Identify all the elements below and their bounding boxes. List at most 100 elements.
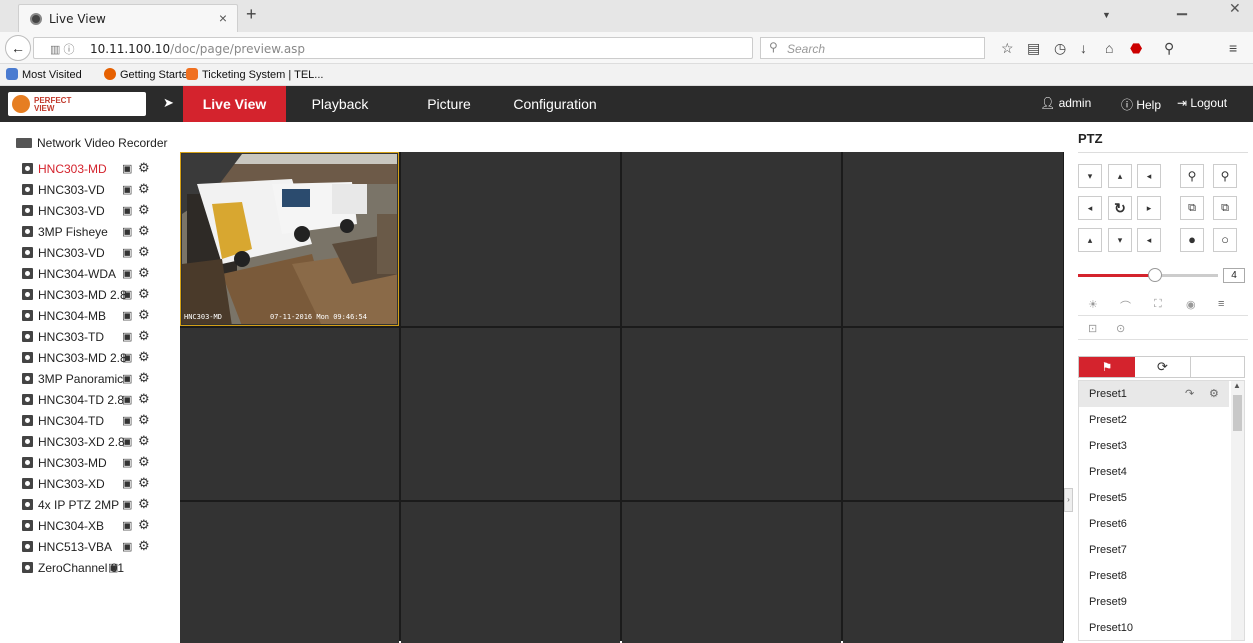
camera-item[interactable]: HNC303-MD 2.8 ▣ ⚙	[22, 349, 172, 369]
speed-slider-handle[interactable]	[1148, 268, 1162, 282]
ptz-up-right-button[interactable]: ◂	[1137, 164, 1161, 188]
camera-item[interactable]: HNC303-TD ▣ ⚙	[22, 328, 172, 348]
preset-item[interactable]: Preset1 ↷ ⚙	[1079, 381, 1229, 407]
video-window-6[interactable]	[401, 328, 620, 500]
video-window-12[interactable]	[843, 502, 1063, 643]
ptz-camera-icon[interactable]: ⚙	[138, 244, 150, 260]
scroll-up-icon[interactable]: ▲	[1233, 381, 1241, 390]
record-icon[interactable]: ▣	[108, 561, 118, 574]
extension-icon[interactable]: ⚲	[1164, 40, 1174, 57]
ptz-down-button[interactable]: ▾	[1108, 228, 1132, 252]
zoom-in-button[interactable]: ⚲	[1213, 164, 1237, 188]
record-icon[interactable]: ▣	[122, 330, 132, 343]
camera-item[interactable]: HNC304-MB ▣ ⚙	[22, 307, 172, 327]
wiper-icon[interactable]: ⌒	[1120, 298, 1131, 314]
auto-focus-icon[interactable]: ⛶	[1154, 298, 1162, 311]
help-link[interactable]: ⓘ Help	[1121, 96, 1161, 113]
ptz-camera-icon[interactable]: ⚙	[138, 454, 150, 470]
record-icon[interactable]: ▣	[122, 519, 132, 532]
ptz-camera-icon[interactable]: ⚙	[138, 412, 150, 428]
preset-scrollbar[interactable]: ▲	[1231, 381, 1244, 640]
home-icon[interactable]: ⌂	[1105, 40, 1113, 56]
ptz-right-button[interactable]: ▸	[1137, 196, 1161, 220]
ptz-camera-icon[interactable]: ⚙	[138, 349, 150, 365]
ptz-camera-icon[interactable]: ⚙	[138, 286, 150, 302]
video-window-4[interactable]	[843, 152, 1063, 326]
ptz-camera-icon[interactable]: ⚙	[138, 538, 150, 554]
record-icon[interactable]: ▣	[122, 246, 132, 259]
tab-presets-flag-icon[interactable]: ⚑	[1079, 357, 1135, 377]
record-icon[interactable]: ▣	[122, 393, 132, 406]
tab-list-dropdown-icon[interactable]: ▼	[1102, 10, 1111, 20]
video-window-9[interactable]	[180, 502, 399, 643]
record-icon[interactable]: ▣	[122, 372, 132, 385]
record-icon[interactable]: ▣	[122, 204, 132, 217]
record-icon[interactable]: ▣	[122, 351, 132, 364]
ptz-camera-icon[interactable]: ⚙	[138, 202, 150, 218]
call-preset-icon[interactable]: ↷	[1185, 381, 1194, 407]
ptz-camera-icon[interactable]: ⚙	[138, 160, 150, 176]
ptz-camera-icon[interactable]: ⚙	[138, 265, 150, 281]
camera-item[interactable]: HNC303-XD 2.8 ▣ ⚙	[22, 433, 172, 453]
bookmark-ticketing-system[interactable]: Ticketing System | TEL...	[186, 68, 323, 81]
camera-item[interactable]: 3MP Panoramic ▣ ⚙	[22, 370, 172, 390]
record-icon[interactable]: ▣	[122, 540, 132, 553]
record-icon[interactable]: ▣	[122, 477, 132, 490]
record-icon[interactable]: ▣	[122, 498, 132, 511]
ptz-camera-icon[interactable]: ⚙	[138, 475, 150, 491]
download-icon[interactable]: ↓	[1080, 40, 1087, 56]
record-icon[interactable]: ▣	[122, 309, 132, 322]
ptz-camera-icon[interactable]: ⚙	[138, 517, 150, 533]
record-icon[interactable]: ▣	[122, 288, 132, 301]
ptz-up-button[interactable]: ▴	[1108, 164, 1132, 188]
camera-item[interactable]: HNC303-XD ▣ ⚙	[22, 475, 172, 495]
site-info-icon[interactable]: ▥ ⓘ	[50, 41, 74, 57]
search-input[interactable]: ⚲ Search	[760, 37, 985, 59]
ptz-down-right-button[interactable]: ◂	[1137, 228, 1161, 252]
preset-item[interactable]: Preset9	[1079, 589, 1229, 615]
video-window-8[interactable]	[843, 328, 1063, 500]
logout-link[interactable]: ⇥ Logout	[1177, 96, 1227, 110]
collapse-panel-arrow-icon[interactable]: ›	[1064, 488, 1073, 512]
camera-item[interactable]: HNC303-VD ▣ ⚙	[22, 202, 172, 222]
bookmark-getting-started[interactable]: Getting Started	[104, 68, 194, 81]
camera-item[interactable]: HNC513-VBA ▣ ⚙	[22, 538, 172, 558]
tab-live-view[interactable]: Live View	[183, 86, 286, 122]
camera-item[interactable]: 4x IP PTZ 2MP ▣ ⚙	[22, 496, 172, 516]
ptz-camera-icon[interactable]: ⚙	[138, 433, 150, 449]
record-icon[interactable]: ▣	[122, 456, 132, 469]
camera-item[interactable]: HNC303-MD ▣ ⚙	[22, 454, 172, 474]
camera-item[interactable]: HNC304-TD ▣ ⚙	[22, 412, 172, 432]
preset-item[interactable]: Preset8	[1079, 563, 1229, 589]
browser-tab[interactable]: Live View ×	[18, 4, 238, 32]
camera-item[interactable]: HNC303-VD ▣ ⚙	[22, 244, 172, 264]
preset-item[interactable]: Preset6	[1079, 511, 1229, 537]
3d-zoom-icon[interactable]: ⊡	[1088, 322, 1097, 335]
video-window-5[interactable]	[180, 328, 399, 500]
video-window-11[interactable]	[622, 502, 841, 643]
camera-item[interactable]: 3MP Fisheye ▣ ⚙	[22, 223, 172, 243]
preset-item[interactable]: Preset5	[1079, 485, 1229, 511]
record-icon[interactable]: ▣	[122, 267, 132, 280]
iris-open-button[interactable]: ●	[1180, 228, 1204, 252]
camera-item[interactable]: HNC304-WDA ▣ ⚙	[22, 265, 172, 285]
reading-list-icon[interactable]: ▤	[1027, 40, 1040, 57]
address-bar[interactable]: ▥ ⓘ 10.11.100.10/doc/page/preview.asp ↻	[33, 37, 778, 61]
ptz-camera-icon[interactable]: ⚙	[138, 328, 150, 344]
window-close-icon[interactable]: ✕	[1229, 0, 1241, 17]
video-window-7[interactable]	[622, 328, 841, 500]
record-icon[interactable]: ▣	[122, 225, 132, 238]
focus-near-button[interactable]: ⧉	[1180, 196, 1204, 220]
menu-hamburger-icon[interactable]: ≡	[1229, 40, 1237, 56]
nvr-root[interactable]: Network Video Recorder	[16, 136, 168, 150]
camera-item[interactable]: HNC303-MD ▣ ⚙	[22, 160, 172, 180]
more-menu-icon[interactable]: ≡	[1218, 298, 1224, 310]
menu-call-icon[interactable]: ⊙	[1116, 322, 1125, 335]
video-window-2[interactable]	[401, 152, 620, 326]
set-preset-icon[interactable]: ⚙	[1209, 381, 1219, 407]
camera-item[interactable]: HNC304-TD 2.8 ▣ ⚙	[22, 391, 172, 411]
video-window-1[interactable]: HNC303-MD 07-11-2016 Mon 09:46:54	[180, 152, 399, 326]
ptz-up-left-button[interactable]: ▾	[1078, 164, 1102, 188]
camera-item[interactable]: HNC303-VD ▣ ⚙	[22, 181, 172, 201]
window-minimize-icon[interactable]: ▁	[1177, 0, 1187, 16]
